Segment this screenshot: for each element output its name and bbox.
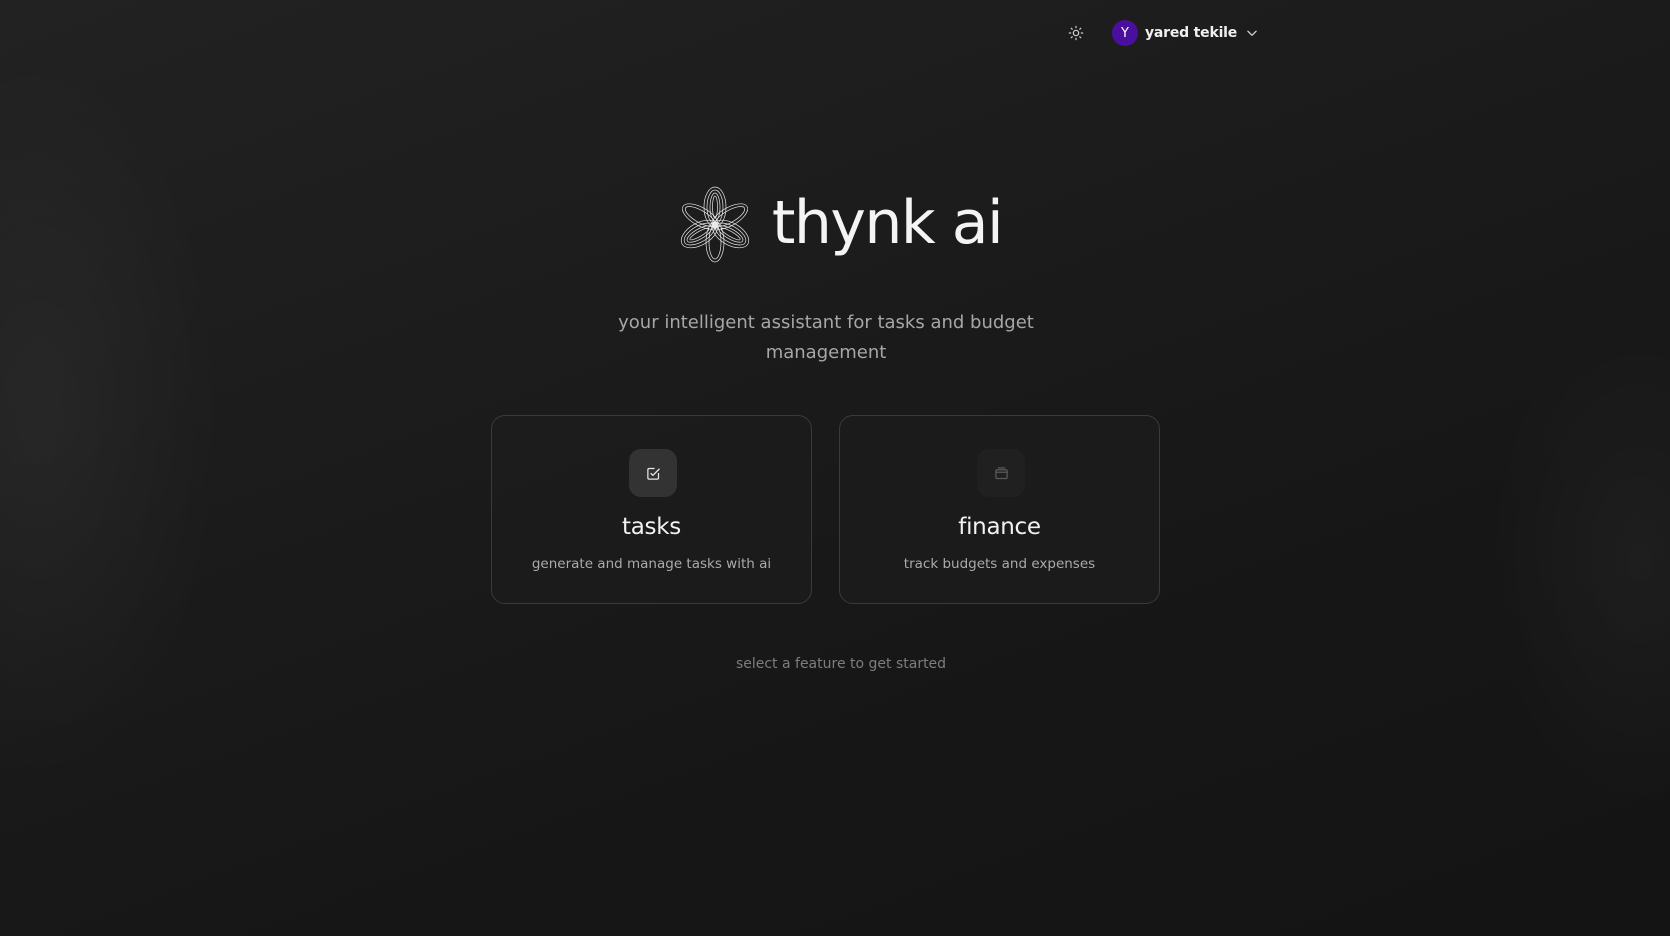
brand-name: thynk ai [771,188,1004,258]
chevron-down-icon [1247,30,1257,36]
avatar: Y [1112,20,1138,46]
checkbox-edit-icon [646,467,660,480]
app-root: Y yared tekile thynk ai your intelligent… [0,0,1670,936]
user-menu-button[interactable]: Y yared tekile [1112,18,1259,48]
finance-card-description: track budgets and expenses [903,556,1096,572]
flower-logo-icon [680,186,749,263]
tasks-card-icon-box [629,449,677,497]
sun-icon [1068,25,1084,41]
wallet-icon [994,466,1008,479]
avatar-initial: Y [1121,25,1129,41]
tasks-card-description: generate and manage tasks with ai [531,556,772,572]
tagline: your intelligent assistant for tasks and… [618,312,1034,363]
finance-card-title: finance [958,514,1041,540]
tasks-feature-card[interactable]: tasks generate and manage tasks with ai [491,415,812,604]
user-name: yared tekile [1145,25,1238,41]
finance-card-icon-box [977,449,1025,497]
theme-toggle-button[interactable] [1063,20,1089,46]
tasks-card-title: tasks [622,514,681,540]
hero: thynk ai [0,186,1670,264]
brand-logo: thynk ai [674,186,1004,264]
feature-hint: select a feature to get started [735,656,947,672]
finance-feature-card[interactable]: finance track budgets and expenses [839,415,1160,604]
